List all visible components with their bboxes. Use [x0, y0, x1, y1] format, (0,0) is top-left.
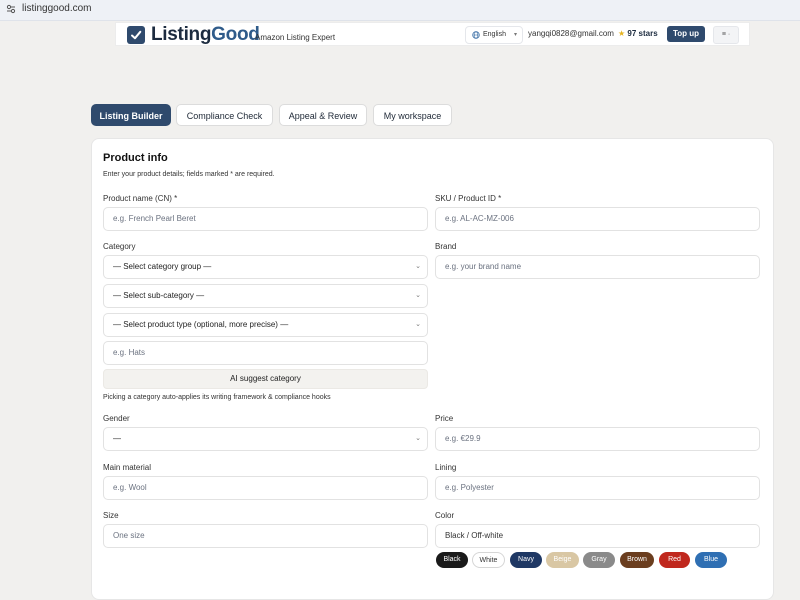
product-name-input[interactable]: e.g. French Pearl Beret [103, 207, 428, 231]
app-header: ListingGood Amazon Listing Expert Englis… [115, 22, 750, 46]
top-up-button[interactable]: Top up [667, 26, 705, 42]
browser-url-bar[interactable]: listinggood.com [0, 0, 800, 21]
chevron-down-icon: ⌄ [415, 263, 421, 270]
color-chip-white[interactable]: White [472, 552, 505, 568]
language-label: English [483, 31, 506, 38]
logo-wordmark[interactable]: ListingGood [151, 23, 260, 47]
chevron-down-icon: ⌄ [415, 435, 421, 442]
brand-input[interactable]: e.g. your brand name [435, 255, 760, 279]
sub-category-value: — Select sub-category — [113, 291, 205, 300]
size-label: Size [103, 511, 119, 520]
color-input[interactable]: Black / Off-white [435, 524, 760, 548]
product-name-label: Product name (CN) * [103, 194, 178, 203]
lining-input[interactable]: e.g. Polyester [435, 476, 760, 500]
tab-appeal-review[interactable]: Appeal & Review [279, 104, 367, 126]
lining-label: Lining [435, 463, 457, 472]
product-type-value: — Select product type (optional, more pr… [113, 320, 289, 329]
color-label: Color [435, 511, 455, 520]
logo-check-icon [127, 26, 145, 44]
price-input[interactable]: e.g. €29.9 [435, 427, 760, 451]
product-type-select[interactable]: — Select product type (optional, more pr… [103, 313, 428, 337]
section-title: Product info [103, 152, 168, 164]
user-email: yangqi0828@gmail.com [528, 29, 614, 38]
tab-my-workspace[interactable]: My workspace [373, 104, 452, 126]
ai-suggest-category-button[interactable]: AI suggest category [103, 369, 428, 389]
logo-main: Listing [151, 24, 212, 45]
gender-value: — [113, 434, 121, 443]
star-balance: ★ 97 stars [618, 29, 658, 38]
site-settings-icon[interactable] [6, 4, 16, 14]
chevron-down-icon: ▾ [513, 32, 517, 38]
chevron-down-icon: ⌄ [415, 292, 421, 299]
color-chip-gray[interactable]: Gray [583, 552, 615, 568]
gender-select[interactable]: — ⌄ [103, 427, 428, 451]
brand-label: Brand [435, 242, 457, 251]
url-text[interactable]: listinggood.com [22, 3, 91, 14]
main-material-input[interactable]: e.g. Wool [103, 476, 428, 500]
globe-icon [472, 31, 480, 39]
sku-input[interactable]: e.g. AL-AC-MZ-006 [435, 207, 760, 231]
category-label: Category [103, 242, 136, 251]
star-icon: ★ [618, 29, 626, 38]
main-material-label: Main material [103, 463, 152, 472]
tagline: Amazon Listing Expert [255, 33, 336, 42]
tab-compliance-check[interactable]: Compliance Check [176, 104, 273, 126]
chevron-down-icon: ⌄ [415, 321, 421, 328]
language-select[interactable]: English ▾ [465, 26, 523, 44]
category-group-value: — Select category group — [113, 262, 212, 271]
star-count: 97 stars [627, 29, 658, 38]
category-group-select[interactable]: — Select category group — ⌄ [103, 255, 428, 279]
color-chip-blue[interactable]: Blue [695, 552, 727, 568]
color-chip-black[interactable]: Black [436, 552, 468, 568]
sku-label: SKU / Product ID * [435, 194, 502, 203]
color-chip-red[interactable]: Red [659, 552, 690, 568]
color-chip-brown[interactable]: Brown [620, 552, 654, 568]
gender-label: Gender [103, 414, 130, 423]
color-chip-navy[interactable]: Navy [510, 552, 542, 568]
size-input[interactable]: One size [103, 524, 428, 548]
sub-category-select[interactable]: — Select sub-category — ⌄ [103, 284, 428, 308]
section-hint: Enter your product details; fields marke… [103, 171, 275, 178]
category-freeform-input[interactable]: e.g. Hats [103, 341, 428, 365]
price-label: Price [435, 414, 454, 423]
color-chip-beige[interactable]: Beige [546, 552, 579, 568]
category-note: Picking a category auto-applies its writ… [103, 394, 331, 401]
tab-listing-builder[interactable]: Listing Builder [91, 104, 171, 126]
logo-accent: Good [211, 24, 260, 45]
menu-button[interactable]: ≡ · [713, 26, 739, 44]
